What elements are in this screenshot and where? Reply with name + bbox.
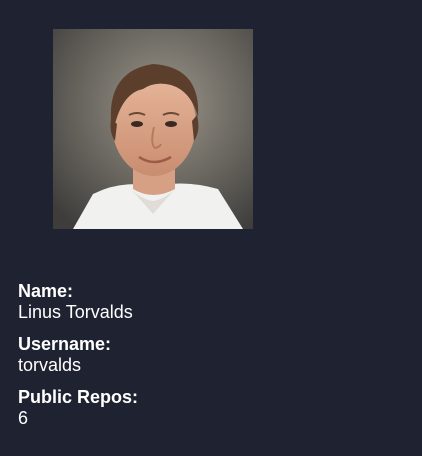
name-label: Name: [18,281,74,301]
profile-avatar [53,29,253,229]
username-label: Username: [18,334,112,354]
username-value: torvalds [18,355,82,375]
username-field: Username: torvalds [18,334,398,376]
profile-info: Name: Linus Torvalds Username: torvalds … [18,281,398,440]
name-value: Linus Torvalds [18,302,133,322]
avatar-photo-icon [53,29,253,229]
public-repos-field: Public Repos: 6 [18,387,398,429]
public-repos-value: 6 [18,408,29,428]
public-repos-label: Public Repos: [18,387,139,407]
name-field: Name: Linus Torvalds [18,281,398,323]
